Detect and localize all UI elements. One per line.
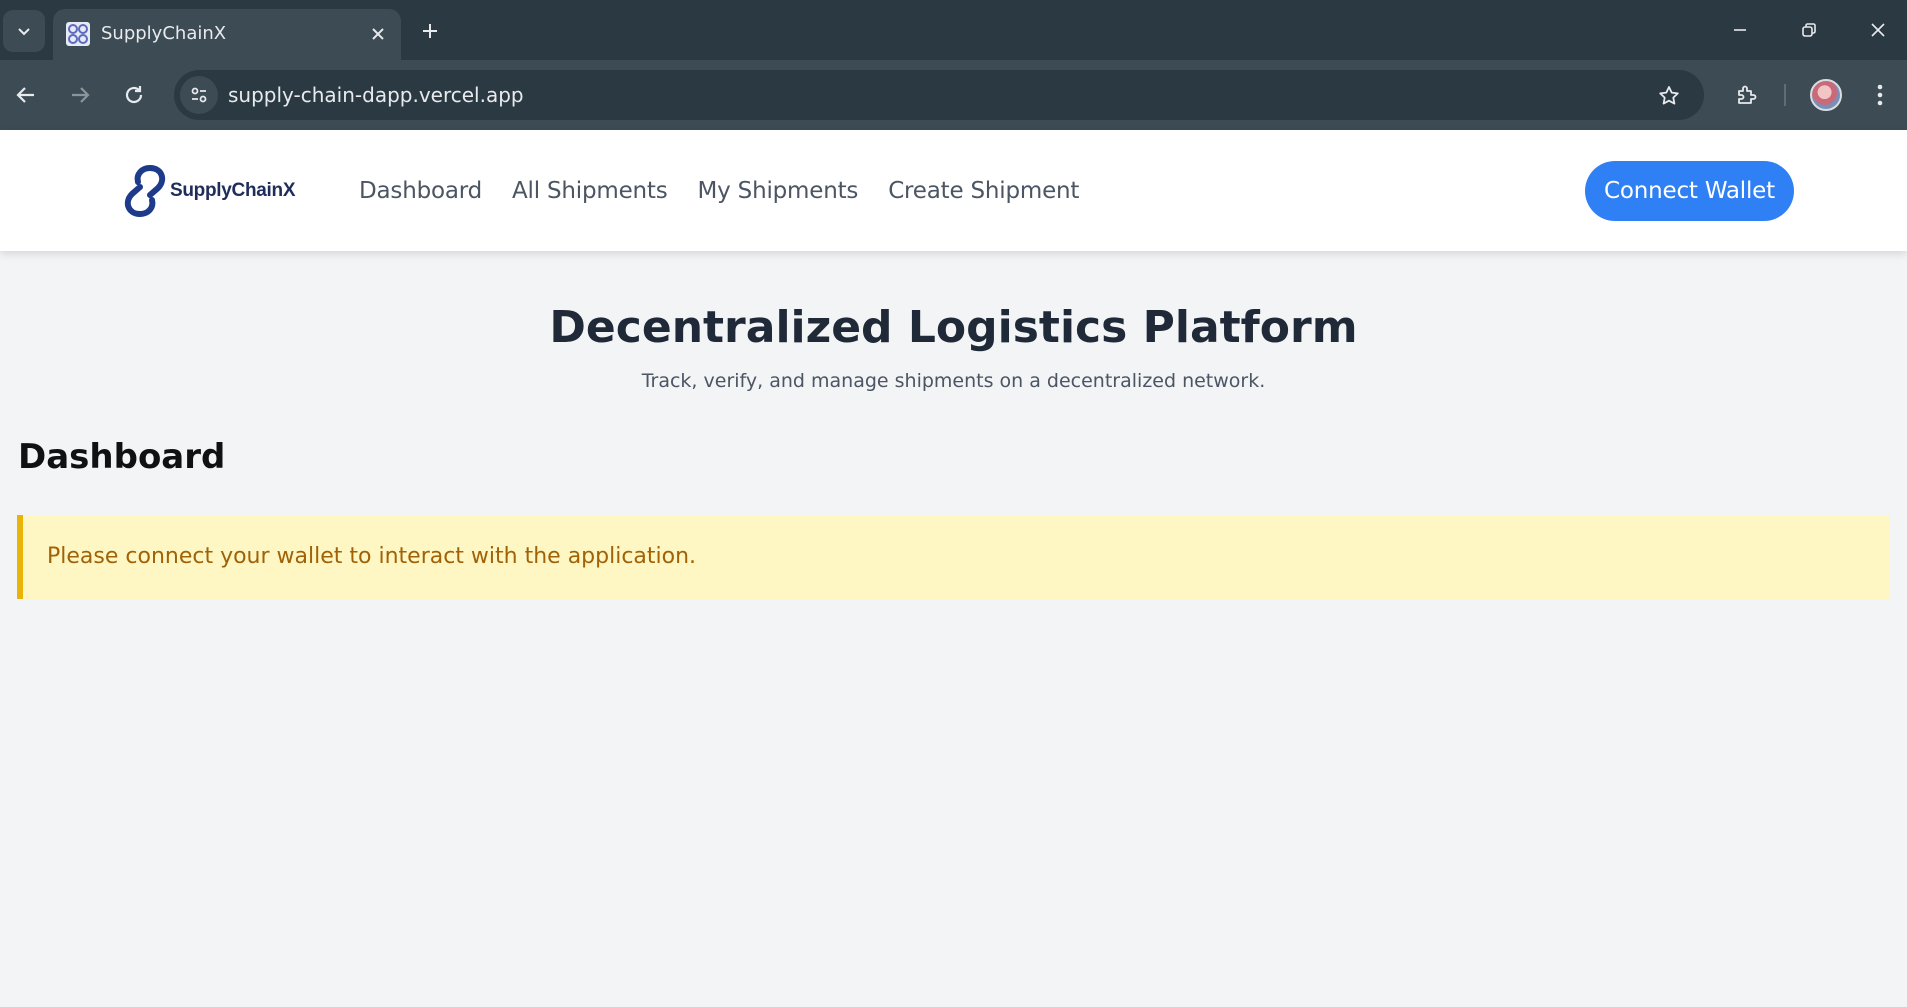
forward-arrow-icon	[72, 87, 90, 103]
alert-message: Please connect your wallet to interact w…	[47, 544, 697, 569]
site-info-icon	[191, 87, 207, 103]
toolbar-separator	[1784, 84, 1786, 106]
address-bar[interactable]: supply-chain-dapp.vercel.app	[174, 70, 1704, 120]
tab-search-button[interactable]	[3, 10, 45, 52]
plus-icon	[423, 24, 437, 38]
browser-tab[interactable]: SupplyChainX	[53, 9, 401, 60]
wallet-warning-alert: Please connect your wallet to interact w…	[17, 515, 1890, 599]
logo[interactable]: SupplyChainX	[122, 162, 296, 220]
reload-icon	[125, 86, 143, 104]
back-button[interactable]	[7, 76, 45, 114]
extensions-icon	[1738, 85, 1757, 104]
main-nav: Dashboard All Shipments My Shipments Cre…	[359, 175, 1079, 207]
page-title: Decentralized Logistics Platform	[549, 302, 1358, 353]
back-arrow-icon	[16, 87, 34, 103]
chevron-down-icon	[18, 28, 30, 36]
extensions-button[interactable]	[1728, 76, 1766, 114]
minimize-icon	[1734, 29, 1746, 31]
close-window-button[interactable]	[1852, 10, 1904, 50]
logo-text: SupplyChainX	[170, 180, 296, 201]
app-header: SupplyChainX Dashboard All Shipments My …	[0, 130, 1907, 251]
nav-create-shipment[interactable]: Create Shipment	[888, 175, 1079, 207]
tab-close-button[interactable]	[365, 21, 391, 47]
new-tab-button[interactable]	[413, 14, 447, 48]
favicon-icon	[66, 22, 90, 46]
section-title: Dashboard	[18, 437, 226, 477]
nav-my-shipments[interactable]: My Shipments	[698, 175, 859, 207]
connect-wallet-button[interactable]: Connect Wallet	[1585, 161, 1794, 221]
nav-dashboard[interactable]: Dashboard	[359, 175, 482, 207]
chain-link-icon	[124, 165, 166, 217]
more-vert-icon	[1877, 84, 1883, 106]
bookmark-button[interactable]	[1654, 81, 1684, 111]
nav-all-shipments[interactable]: All Shipments	[512, 175, 668, 207]
star-icon	[1659, 86, 1679, 105]
url-text[interactable]: supply-chain-dapp.vercel.app	[228, 83, 524, 107]
close-icon	[372, 28, 384, 40]
reload-button[interactable]	[115, 76, 153, 114]
page-subtitle: Track, verify, and manage shipments on a…	[641, 370, 1266, 392]
minimize-button[interactable]	[1714, 10, 1766, 50]
tab-title: SupplyChainX	[101, 23, 227, 44]
forward-button[interactable]	[61, 76, 99, 114]
close-window-icon	[1871, 23, 1885, 37]
browser-tab-bar: SupplyChainX	[0, 0, 1907, 60]
browser-toolbar: supply-chain-dapp.vercel.app	[0, 60, 1907, 130]
avatar[interactable]	[1810, 79, 1842, 111]
browser-menu-button[interactable]	[1864, 76, 1896, 114]
restore-icon	[1802, 23, 1816, 37]
restore-button[interactable]	[1783, 10, 1835, 50]
site-info-button[interactable]	[180, 76, 218, 114]
